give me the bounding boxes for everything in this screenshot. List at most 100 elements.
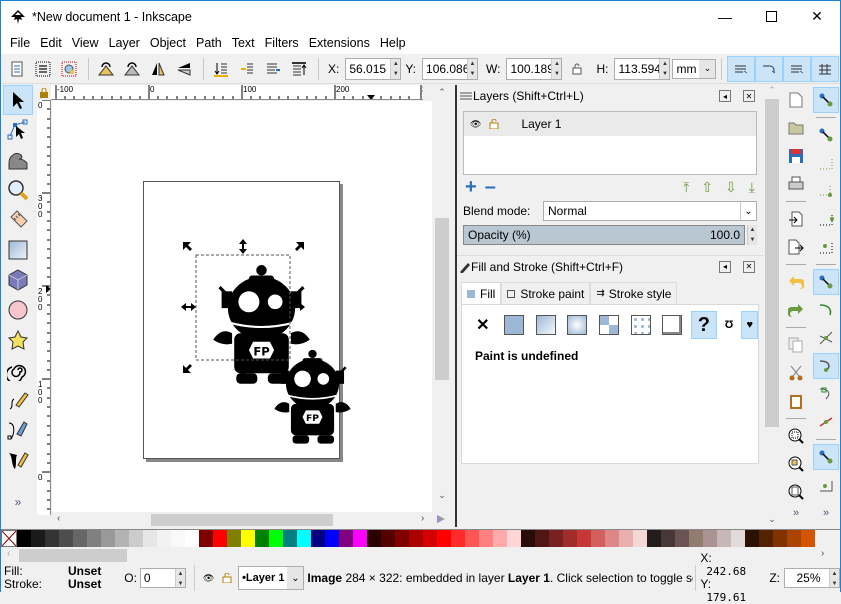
menu-extensions[interactable]: Extensions [304,36,375,50]
blend-mode-select[interactable]: Normal ⌄ [543,201,757,221]
palette-swatch[interactable] [801,530,815,547]
opacity-field[interactable]: ▲▼ [139,568,186,588]
flip-vertical-button[interactable] [172,57,196,81]
palette-swatch[interactable] [773,530,787,547]
scroll-right-icon[interactable]: › [821,548,824,559]
deselect-button[interactable] [57,57,81,81]
scroll-up-icon[interactable]: ⌃ [433,87,451,98]
rectangle-tool[interactable] [3,235,33,265]
h-field[interactable]: ▲▼ [614,57,671,80]
redo-button[interactable] [783,297,809,323]
raise-layer-icon[interactable]: ⇧ [701,179,713,196]
menu-path[interactable]: Path [191,36,227,50]
snap-path-intersection-toggle[interactable] [813,325,839,351]
menu-view[interactable]: View [67,36,104,50]
stroke-value[interactable]: Unset [68,578,101,591]
star-tool[interactable] [3,325,33,355]
palette-swatch[interactable] [521,530,535,547]
menu-help[interactable]: Help [375,36,411,50]
palette-swatch[interactable] [479,530,493,547]
snap-bbox-center-toggle[interactable] [813,234,839,260]
fill-stroke-iconify-button[interactable]: ◂ [719,260,731,273]
3d-box-tool[interactable] [3,265,33,295]
snap-line-midpoint-toggle[interactable] [813,409,839,435]
palette-swatch[interactable] [787,530,801,547]
w-input[interactable] [507,58,552,79]
palette-swatch[interactable] [759,530,773,547]
unlocked-icon[interactable] [489,119,499,129]
menu-edit[interactable]: Edit [35,36,67,50]
w-spin-buttons[interactable]: ▲ ▼ [551,58,562,79]
palette-swatch[interactable] [115,530,129,547]
snap-cusp-node-toggle[interactable] [813,353,839,379]
snap-nodes-toggle[interactable] [813,269,839,295]
x-spin-buttons[interactable]: ▲ ▼ [390,58,401,79]
linear-gradient-button[interactable] [533,311,559,339]
layers-close-button[interactable]: ✕ [743,90,755,102]
scroll-down-icon[interactable]: ⌄ [763,514,781,525]
palette-swatch[interactable] [129,530,143,547]
y-field[interactable]: ▲▼ [422,57,479,80]
palette-swatch[interactable] [283,530,297,547]
palette-swatch[interactable] [269,530,283,547]
layer-lock-icon[interactable] [222,573,232,583]
raise-layer-to-top-icon[interactable]: ⤒ [683,179,689,196]
print-button[interactable] [783,171,809,197]
flat-color-button[interactable] [502,311,528,339]
tab-fill[interactable]: Fill [461,282,502,304]
x-field[interactable]: ▲▼ [345,57,402,80]
palette-swatch[interactable] [563,530,577,547]
snap-bbox-midpoint-toggle[interactable] [813,206,839,232]
palette-swatch[interactable] [605,530,619,547]
add-layer-button[interactable]: + [465,176,477,199]
palette-swatch[interactable] [45,530,59,547]
zoom-input[interactable] [785,569,829,587]
palette-swatch[interactable] [423,530,437,547]
import-button[interactable] [783,206,809,232]
snap-smooth-node-toggle[interactable] [813,381,839,407]
raise-to-top-button[interactable] [287,57,311,81]
dock-scroll-thumb[interactable] [765,99,779,427]
palette-swatch[interactable] [675,530,689,547]
rotate-cw-button[interactable] [120,57,144,81]
palette-swatch[interactable] [633,530,647,547]
palette-swatch[interactable] [171,530,185,547]
y-spin-buttons[interactable]: ▲ ▼ [467,58,478,79]
maximize-button[interactable] [748,1,794,32]
undo-button[interactable] [783,269,809,295]
tweak-tool[interactable] [3,145,33,175]
palette-swatch[interactable] [703,530,717,547]
transform-patterns-toggle[interactable] [811,55,840,82]
node-tool[interactable] [3,115,33,145]
palette-swatch[interactable] [507,530,521,547]
lock-guides-button[interactable] [37,85,51,100]
new-document-button[interactable] [783,87,809,113]
toolbox-overflow-button[interactable]: » [1,495,35,509]
commands-overflow-button[interactable]: » [781,507,811,519]
drawing-canvas[interactable]: FP [52,101,432,512]
canvas-vertical-scrollbar[interactable]: ⌃ ⌄ [433,85,451,515]
palette-swatch[interactable] [591,530,605,547]
snap-bbox-toggle[interactable] [813,122,839,148]
rotate-ccw-button[interactable] [94,57,118,81]
pattern-button[interactable] [596,311,622,339]
palette-swatch[interactable] [661,530,675,547]
snap-overflow-button[interactable]: » [811,507,841,519]
menu-object[interactable]: Object [145,36,191,50]
palette-swatch[interactable] [619,530,633,547]
zoom-spin-buttons[interactable]: ▲ ▼ [829,569,839,587]
palette-swatch[interactable] [549,530,563,547]
cut-button[interactable] [783,360,809,386]
fill-rule-evenodd-button[interactable]: Ʊ [723,311,736,339]
snap-bbox-corner-toggle[interactable] [813,178,839,204]
measure-tool[interactable] [3,205,33,235]
palette-swatch[interactable] [87,530,101,547]
palette-swatch[interactable] [535,530,549,547]
palette-swatch[interactable] [647,530,661,547]
flip-horizontal-button[interactable] [146,57,170,81]
palette-swatch[interactable] [367,530,381,547]
snap-enable-toggle[interactable] [813,87,839,113]
palette-swatch[interactable] [199,530,213,547]
palette-swatch[interactable] [731,530,745,547]
current-layer-select[interactable]: •Layer 1 ⌄ [238,566,305,590]
